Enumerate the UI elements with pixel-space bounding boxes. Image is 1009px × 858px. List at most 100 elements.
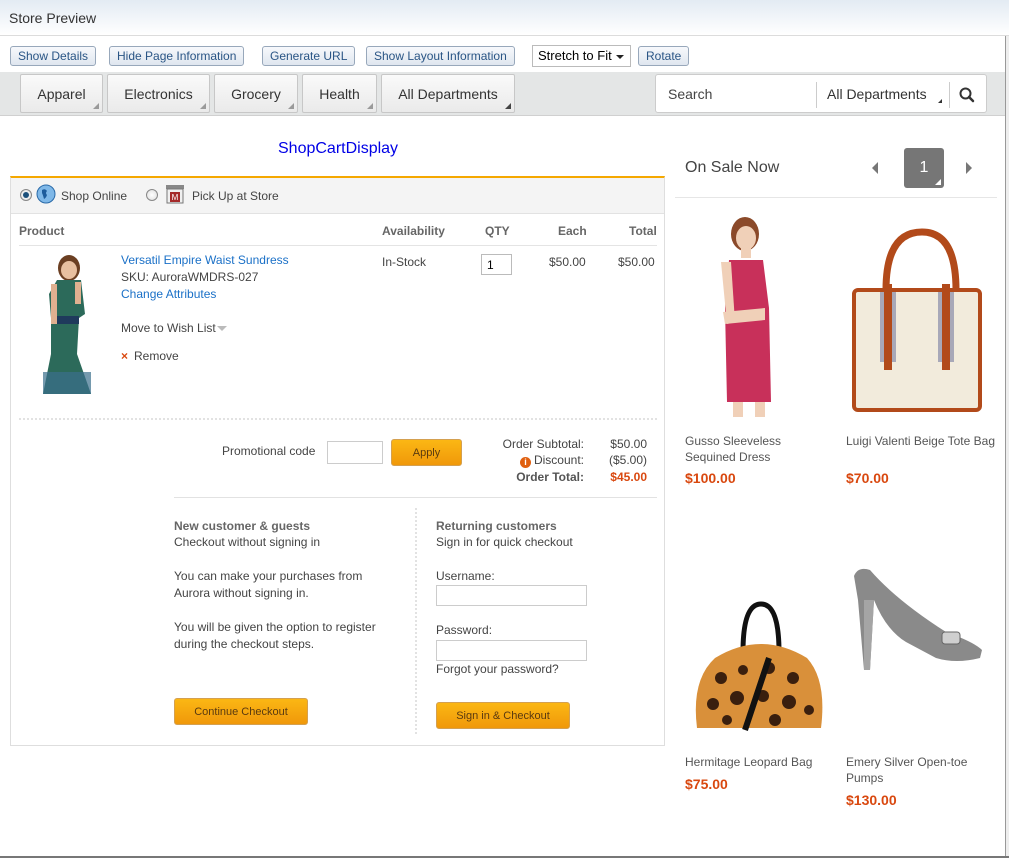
- col-each: Each: [558, 224, 587, 238]
- guest-heading: New customer & guests: [174, 519, 311, 533]
- discount-value: ($5.00): [608, 453, 647, 467]
- store-icon: M: [164, 184, 186, 204]
- sale-product-price: $75.00: [685, 776, 728, 792]
- dropdown-corner-icon: [288, 103, 294, 109]
- apply-promo-button[interactable]: Apply: [391, 439, 462, 466]
- promo-code-label: Promotional code: [222, 444, 316, 458]
- pick-up-at-store-radio[interactable]: [146, 189, 158, 201]
- preview-toolbar: Show Details Hide Page Information Gener…: [0, 37, 1009, 73]
- rotate-button[interactable]: Rotate: [638, 46, 690, 66]
- order-total-value: $45.00: [610, 470, 647, 484]
- dept-label: Grocery: [231, 86, 281, 102]
- chevron-down-icon: [616, 55, 624, 59]
- close-icon: ×: [121, 349, 129, 363]
- discount-label-group: i Discount:: [519, 453, 584, 468]
- search-department-select[interactable]: All Departments: [827, 75, 927, 114]
- pager-current-page[interactable]: 1: [904, 148, 944, 188]
- cart-table-header: Product Availability QTY Each Total: [19, 222, 657, 246]
- chevron-down-icon: [216, 326, 227, 332]
- shop-online-radio[interactable]: [20, 189, 32, 201]
- dropdown-corner-icon: [505, 103, 511, 109]
- sale-product-name: Gusso Sleeveless Sequined Dress: [685, 434, 782, 464]
- col-qty: QTY: [485, 224, 510, 238]
- dept-all-departments[interactable]: All Departments: [381, 74, 515, 113]
- window-title: Store Preview: [9, 10, 97, 26]
- col-product: Product: [19, 224, 65, 238]
- col-availability: Availability: [382, 224, 445, 238]
- dept-grocery[interactable]: Grocery: [214, 74, 298, 113]
- search-icon: [959, 87, 975, 103]
- show-layout-information-button[interactable]: Show Layout Information: [366, 46, 515, 66]
- change-attributes-link[interactable]: Change Attributes: [121, 287, 216, 301]
- password-label: Password:: [436, 623, 493, 637]
- pick-up-at-store-label: Pick Up at Store: [192, 189, 279, 203]
- zoom-mode-select[interactable]: Stretch to Fit: [532, 45, 631, 67]
- sale-product-price: $130.00: [846, 792, 897, 808]
- window-titlebar: Store Preview: [0, 0, 1009, 36]
- returning-subheading: Sign in for quick checkout: [436, 535, 573, 549]
- generate-url-button[interactable]: Generate URL: [262, 46, 356, 66]
- dropdown-corner-icon: [938, 99, 942, 103]
- svg-text:M: M: [172, 193, 179, 202]
- promo-code-input[interactable]: [327, 441, 383, 464]
- product-name-link[interactable]: Versatil Empire Waist Sundress: [121, 253, 289, 267]
- search-input[interactable]: Search: [668, 75, 712, 114]
- product-image: [685, 600, 835, 740]
- zoom-mode-value: Stretch to Fit: [538, 48, 612, 63]
- dept-apparel[interactable]: Apparel: [20, 74, 103, 113]
- discount-label: Discount:: [533, 453, 584, 467]
- remove-label: Remove: [134, 349, 179, 363]
- dept-label: Apparel: [37, 86, 86, 102]
- chevron-left-icon[interactable]: [872, 162, 878, 174]
- product-image: [846, 212, 996, 417]
- line-total: $50.00: [618, 255, 655, 269]
- department-bar: Apparel Electronics Grocery Health All D…: [0, 72, 1005, 116]
- search-box: Search All Departments: [655, 74, 987, 113]
- move-to-wish-list-dropdown[interactable]: Move to Wish List: [121, 321, 227, 335]
- divider: [415, 508, 417, 734]
- sign-in-checkout-button[interactable]: Sign in & Checkout: [436, 702, 570, 729]
- show-details-button[interactable]: Show Details: [10, 46, 97, 66]
- dept-label: Health: [319, 86, 360, 102]
- dept-electronics[interactable]: Electronics: [107, 74, 210, 113]
- order-total-label: Order Total:: [516, 470, 584, 484]
- move-to-wish-list-label: Move to Wish List: [121, 321, 216, 335]
- sale-product-name: Hermitage Leopard Bag: [685, 755, 813, 769]
- on-sale-title: On Sale Now: [685, 159, 780, 176]
- product-image[interactable]: [29, 254, 99, 400]
- hide-page-information-button[interactable]: Hide Page Information: [109, 46, 245, 66]
- col-total: Total: [629, 224, 657, 238]
- dept-health[interactable]: Health: [302, 74, 377, 113]
- chevron-right-icon[interactable]: [966, 162, 972, 174]
- guest-text: You can make your purchases from Aurora …: [174, 569, 363, 600]
- page-scroll-edge: [1005, 36, 1009, 858]
- continue-checkout-button[interactable]: Continue Checkout: [174, 698, 308, 725]
- password-input[interactable]: [436, 640, 587, 661]
- shipping-options: Shop Online M Pick Up at Store: [11, 178, 664, 214]
- dept-label: All Departments: [398, 86, 498, 102]
- dropdown-corner-icon: [93, 103, 99, 109]
- product-sku: SKU: AuroraWMDRS-027: [121, 270, 259, 284]
- sale-product-name: Emery Silver Open-toe Pumps: [846, 755, 968, 785]
- sale-product-price: $100.00: [685, 470, 736, 486]
- sale-product-name: Luigi Valenti Beige Tote Bag: [846, 434, 995, 448]
- quantity-input[interactable]: [481, 254, 512, 275]
- info-icon[interactable]: i: [519, 457, 531, 468]
- sale-product-price: $70.00: [846, 470, 889, 486]
- search-button[interactable]: [956, 84, 978, 106]
- remove-item-link[interactable]: × Remove: [121, 349, 179, 363]
- guest-text: You will be given the option to register…: [174, 620, 376, 651]
- shop-online-label: Shop Online: [61, 189, 128, 203]
- divider: [19, 418, 657, 420]
- product-image: [685, 212, 835, 417]
- order-subtotal-label: Order Subtotal:: [502, 437, 584, 451]
- username-label: Username:: [436, 569, 495, 583]
- availability-status: In-Stock: [382, 255, 427, 269]
- forgot-password-link[interactable]: Forgot your password?: [436, 662, 559, 676]
- globe-icon: [36, 184, 56, 204]
- dropdown-corner-icon: [367, 103, 373, 109]
- cart-heading: ShopCartDisplay: [278, 140, 399, 157]
- page-number: 1: [919, 159, 929, 176]
- dropdown-corner-icon: [935, 179, 941, 185]
- username-input[interactable]: [436, 585, 587, 606]
